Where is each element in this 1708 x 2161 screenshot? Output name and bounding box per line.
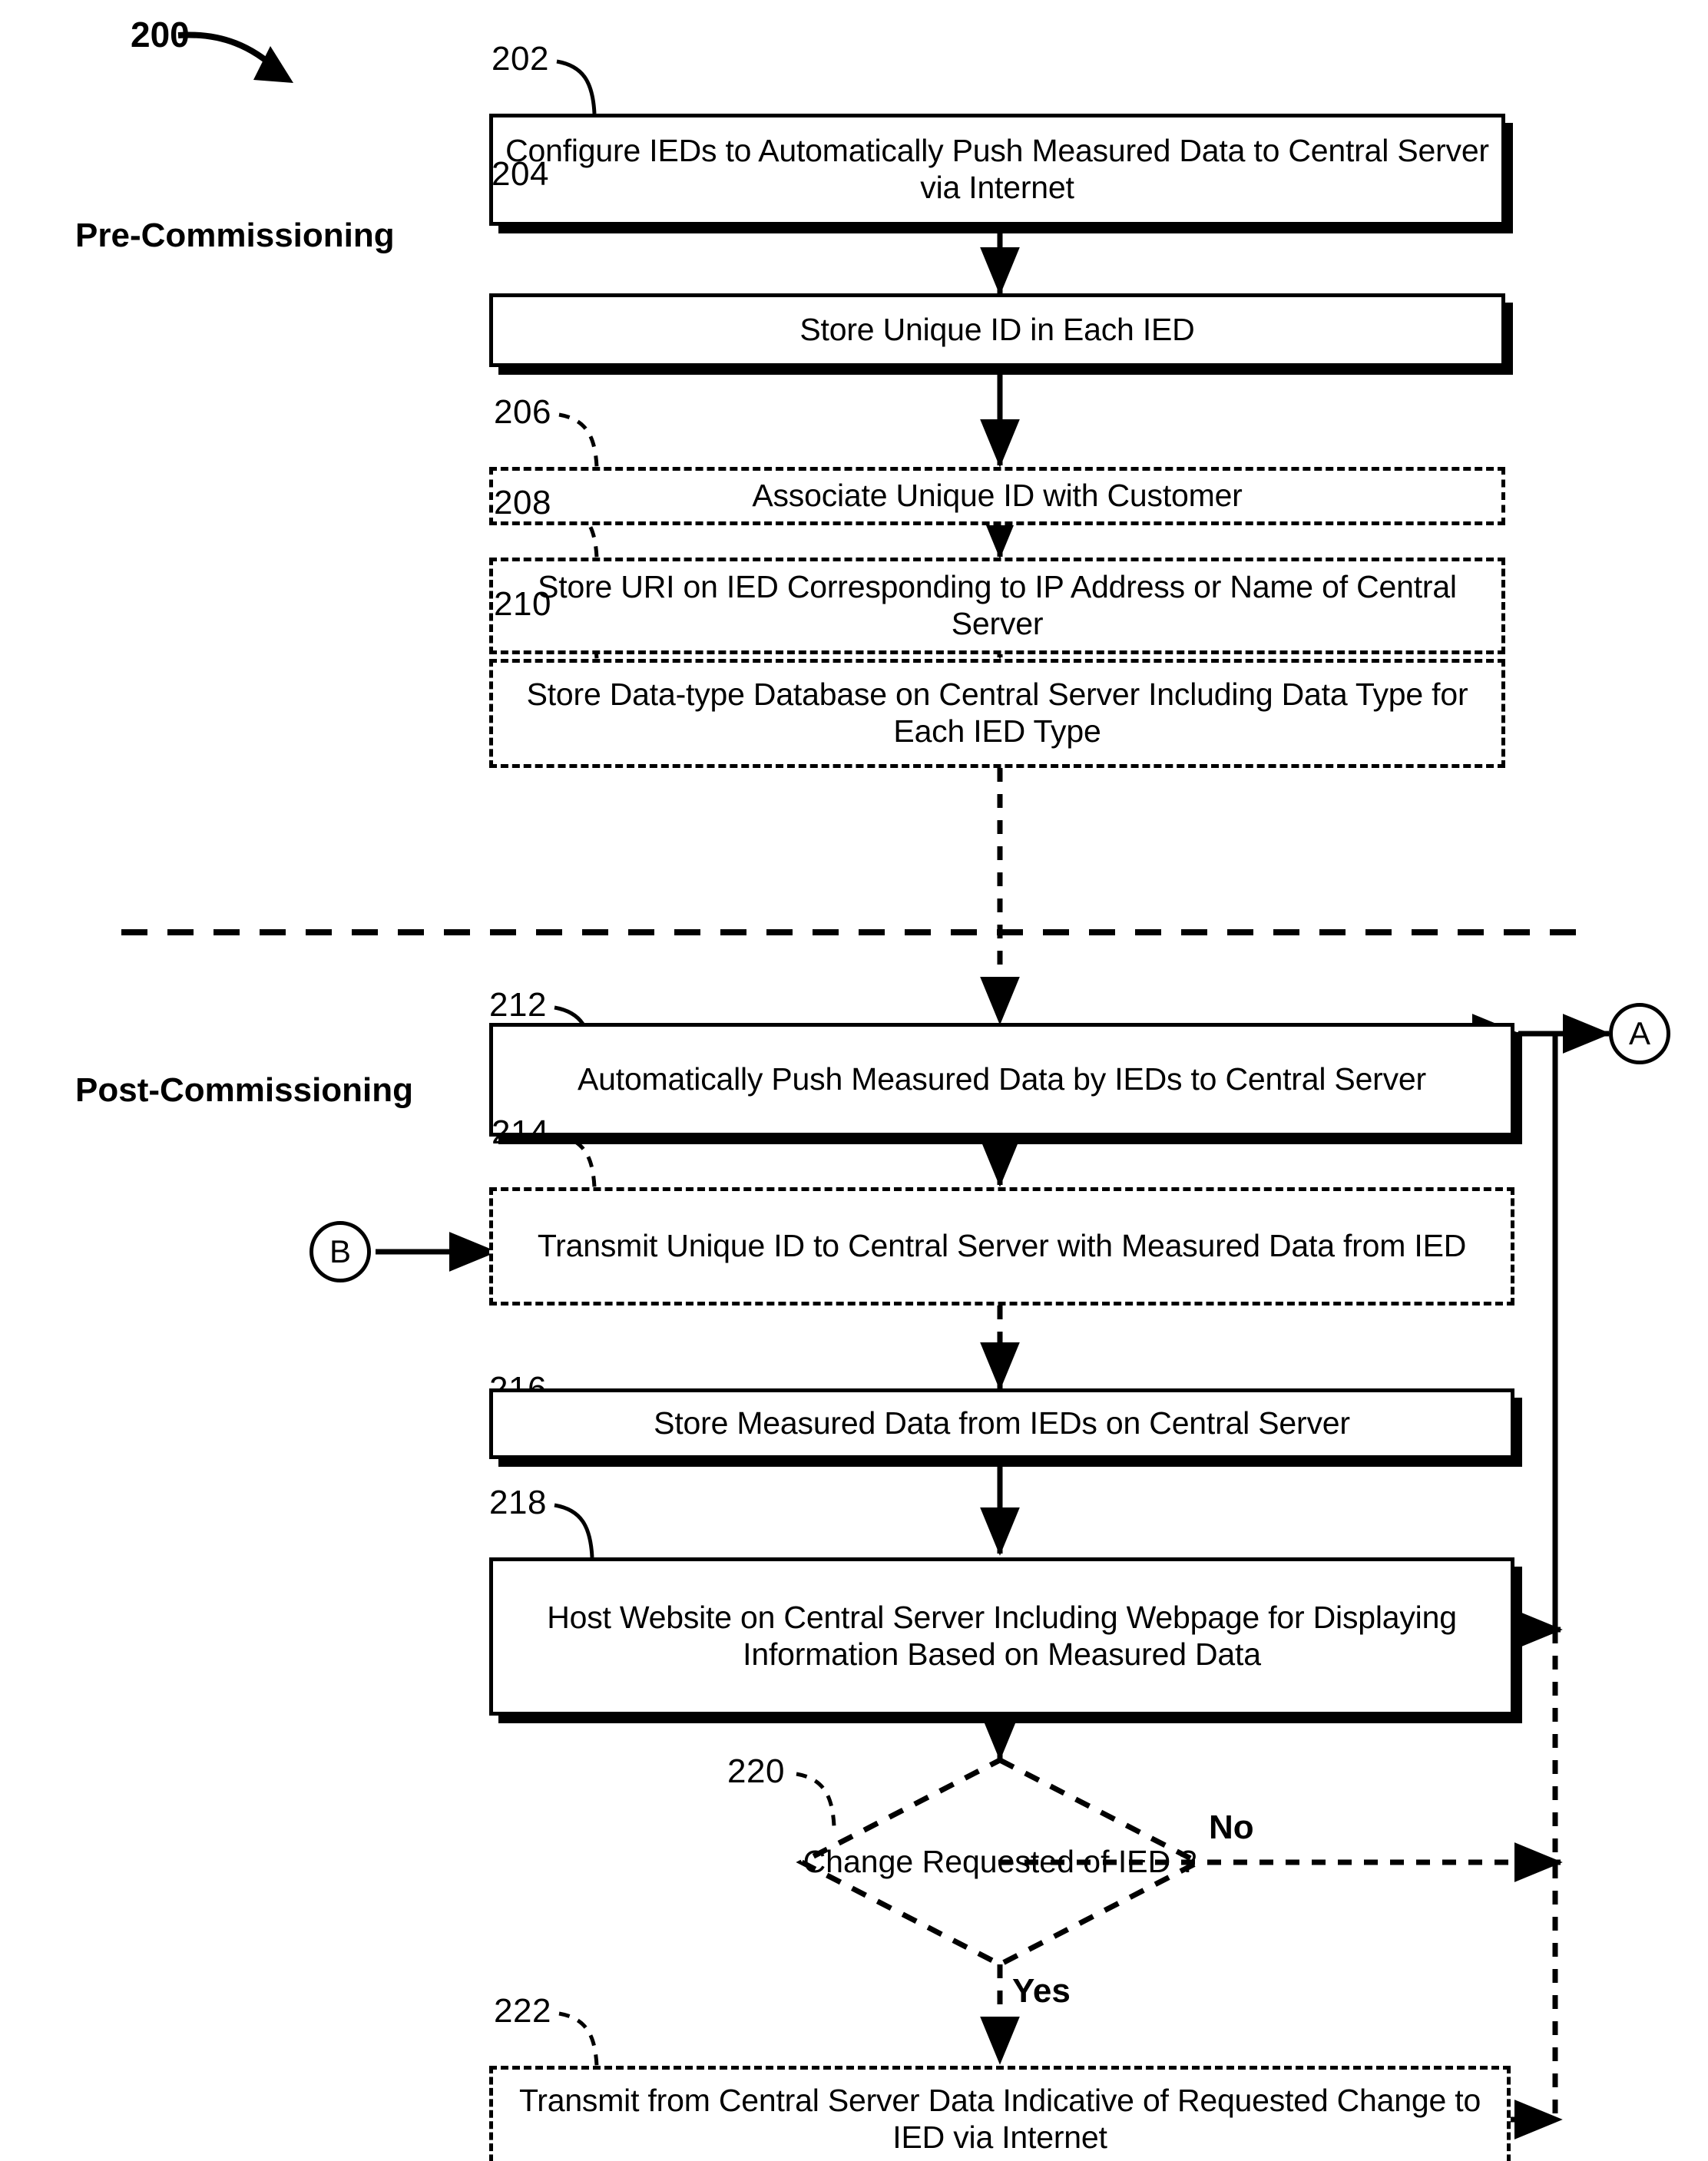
branch-label-no: No bbox=[1209, 1809, 1254, 1846]
offpage-connector-a[interactable]: A bbox=[1609, 1003, 1670, 1064]
process-box-210[interactable]: Store Data-type Database on Central Serv… bbox=[489, 659, 1505, 768]
process-box-210-label: Store Data-type Database on Central Serv… bbox=[526, 677, 1468, 749]
offpage-connector-b[interactable]: B bbox=[309, 1221, 371, 1282]
process-box-212[interactable]: Automatically Push Measured Data by IEDs… bbox=[489, 1023, 1514, 1137]
process-box-208-label: Store URI on IED Corresponding to IP Add… bbox=[538, 569, 1457, 641]
ref-numeral-220: 220 bbox=[727, 1752, 785, 1790]
process-box-216-label: Store Measured Data from IEDs on Central… bbox=[654, 1405, 1350, 1441]
process-box-218-label: Host Website on Central Server Including… bbox=[547, 1600, 1457, 1672]
process-box-222[interactable]: Transmit from Central Server Data Indica… bbox=[489, 2066, 1511, 2161]
ref-numeral-222: 222 bbox=[494, 1992, 551, 2030]
ref-numeral-204: 204 bbox=[492, 155, 549, 193]
process-box-204[interactable]: Store Unique ID in Each IED bbox=[489, 293, 1505, 367]
branch-label-yes: Yes bbox=[1012, 1972, 1071, 2010]
ref-numeral-212: 212 bbox=[489, 986, 547, 1024]
process-box-206[interactable]: Associate Unique ID with Customer bbox=[489, 467, 1505, 525]
patent-flowchart-figure: 200 Pre-Commissioning Post-Commissioning… bbox=[0, 0, 1708, 2161]
section-label-pre-commissioning: Pre-Commissioning bbox=[75, 217, 395, 254]
process-box-202[interactable]: Configure IEDs to Automatically Push Mea… bbox=[489, 114, 1505, 226]
process-box-216[interactable]: Store Measured Data from IEDs on Central… bbox=[489, 1388, 1514, 1459]
process-box-212-label: Automatically Push Measured Data by IEDs… bbox=[578, 1061, 1426, 1097]
decision-diamond-220[interactable]: Change Requested of IED ? bbox=[802, 1760, 1198, 1964]
process-box-222-label: Transmit from Central Server Data Indica… bbox=[518, 2083, 1481, 2155]
ref-numeral-214: 214 bbox=[492, 1114, 549, 1151]
ref-numeral-210: 210 bbox=[494, 585, 551, 623]
ref-numeral-208: 208 bbox=[494, 484, 551, 521]
figure-id-label: 200 bbox=[131, 15, 190, 55]
process-box-218[interactable]: Host Website on Central Server Including… bbox=[489, 1557, 1514, 1716]
ref-numeral-218: 218 bbox=[489, 1484, 547, 1521]
process-box-206-label: Associate Unique ID with Customer bbox=[752, 478, 1243, 514]
process-box-214[interactable]: Transmit Unique ID to Central Server wit… bbox=[489, 1187, 1514, 1306]
process-box-204-label: Store Unique ID in Each IED bbox=[799, 312, 1195, 348]
section-label-post-commissioning: Post-Commissioning bbox=[75, 1071, 414, 1109]
offpage-connector-b-label: B bbox=[329, 1233, 351, 1269]
offpage-connector-a-label: A bbox=[1628, 1015, 1650, 1051]
process-box-202-label: Configure IEDs to Automatically Push Mea… bbox=[505, 133, 1489, 205]
process-box-214-label: Transmit Unique ID to Central Server wit… bbox=[537, 1228, 1467, 1264]
ref-numeral-202: 202 bbox=[492, 40, 549, 78]
process-box-208[interactable]: Store URI on IED Corresponding to IP Add… bbox=[489, 558, 1505, 654]
decision-diamond-220-label: Change Requested of IED ? bbox=[803, 1844, 1197, 1880]
ref-numeral-206: 206 bbox=[494, 393, 551, 431]
